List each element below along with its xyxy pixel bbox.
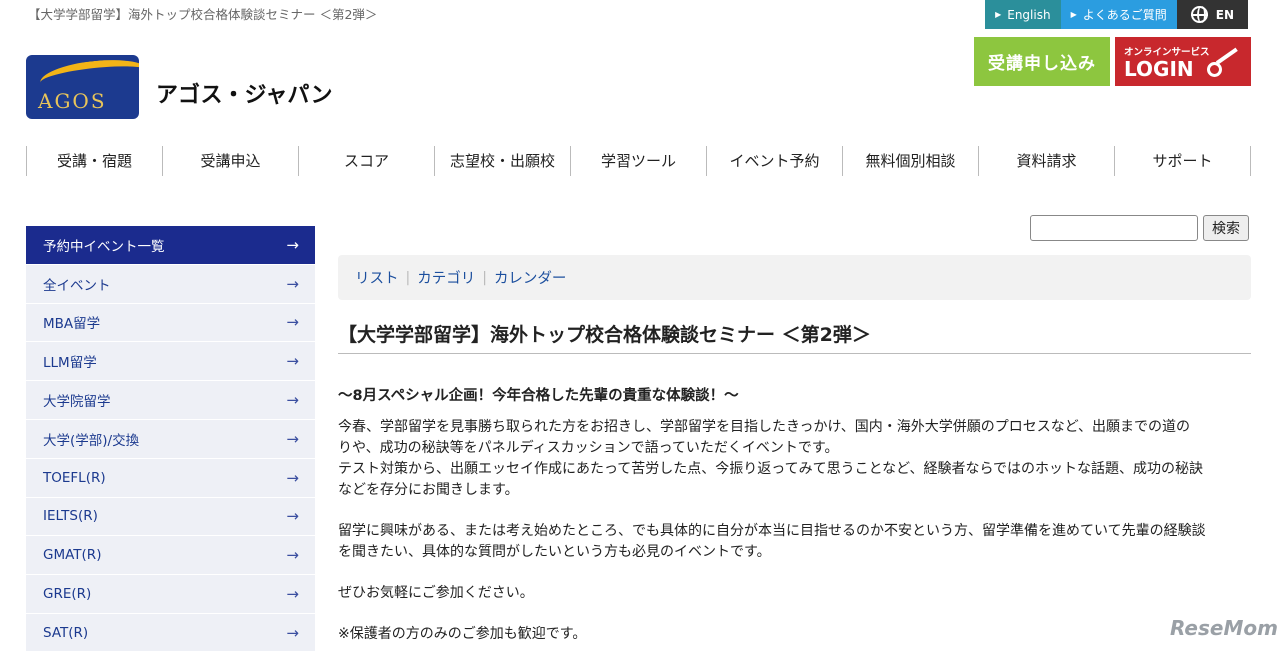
faq-link[interactable]: ▶ よくあるご質問: [1060, 0, 1177, 29]
sidebar-item-gre[interactable]: GRE(R) →: [26, 575, 315, 614]
triangle-right-icon: ▶: [995, 10, 1002, 19]
text-line: 今春、学部留学を見事勝ち取られた方をお招きし、学部留学を目指したきっかけ、国内・…: [338, 419, 1191, 435]
nav-item-apply[interactable]: 受講申込: [162, 146, 298, 176]
logo-text: AGOS: [38, 89, 107, 113]
sidebar-item-mba[interactable]: MBA留学 →: [26, 303, 315, 343]
search-input[interactable]: [1030, 215, 1198, 241]
arrow-right-icon: →: [286, 507, 299, 526]
sidebar: 予約中イベント一覧 → 全イベント → MBA留学 → LLM留学 → 大学院留学 → 大…: [26, 226, 315, 651]
text-line: 留学に興味がある、または考え始めたところ、でも具体的に自分が本当に目指せるのか不…: [338, 523, 1206, 539]
text-line: りや、成功の秘訣等をパネルディスカッションで語っていただくイベントです。: [338, 440, 839, 456]
sidebar-item-reserved-events[interactable]: 予約中イベント一覧 →: [26, 226, 315, 265]
nav-item-schools[interactable]: 志望校・出願校: [434, 146, 570, 176]
event-subheading: 〜8月スペシャル企画！今年合格した先輩の貴重な体験談！〜: [338, 388, 739, 404]
language-en-link[interactable]: EN: [1176, 0, 1248, 29]
tab-divider: |: [405, 269, 411, 286]
sidebar-item-label: 大学(学部)/交換: [43, 432, 140, 449]
search-button[interactable]: 検索: [1203, 215, 1249, 241]
arrow-right-icon: →: [286, 352, 299, 371]
event-description: 〜8月スペシャル企画！今年合格した先輩の貴重な体験談！〜 今春、学部留学を見事勝…: [338, 386, 1254, 651]
sidebar-item-llm[interactable]: LLM留学 →: [26, 342, 315, 382]
english-link[interactable]: ▶ English: [985, 0, 1061, 29]
text-line: を聞きたい、具体的な質問がしたいという方も必見のイベントです。: [338, 544, 771, 560]
global-nav: 受講・宿題 受講申込 スコア 志望校・出願校 学習ツール イベント予約 無料個別…: [26, 146, 1251, 176]
top-utility-bar: ▶ English ▶ よくあるご質問 EN: [985, 0, 1248, 29]
tab-calendar[interactable]: カレンダー: [494, 267, 567, 288]
paragraph-invite: ぜひお気軽にご参加ください。: [338, 585, 534, 601]
nav-item-events[interactable]: イベント予約: [706, 146, 842, 176]
watermark-logo: ReseMom: [1170, 616, 1278, 640]
view-tabs: リスト | カテゴリ | カレンダー: [338, 255, 1251, 300]
text-line: テスト対策から、出願エッセイ作成にあたって苦労した点、今振り返ってみて思うことな…: [338, 461, 1204, 477]
login-button[interactable]: オンラインサービス LOGIN: [1115, 37, 1251, 86]
nav-item-materials[interactable]: 資料請求: [978, 146, 1114, 176]
arrow-right-icon: →: [286, 313, 299, 332]
sidebar-item-label: GRE(R): [43, 586, 92, 603]
sidebar-item-label: TOEFL(R): [43, 469, 106, 486]
nav-item-classes[interactable]: 受講・宿題: [26, 146, 162, 176]
arrow-right-icon: →: [286, 391, 299, 410]
sidebar-item-undergrad[interactable]: 大学(学部)/交換 →: [26, 419, 315, 459]
sidebar-item-label: GMAT(R): [43, 547, 102, 564]
globe-icon: [1190, 6, 1208, 23]
sidebar-item-ielts[interactable]: IELTS(R) →: [26, 497, 315, 537]
arrow-right-icon: →: [286, 274, 299, 293]
company-name: アゴス・ジャパン: [156, 83, 333, 108]
sidebar-item-label: IELTS(R): [43, 508, 98, 525]
en-label: EN: [1215, 7, 1234, 22]
page-title: 【大学学部留学】海外トップ校合格体験談セミナー ＜第2弾＞: [338, 320, 1251, 354]
nav-item-tools[interactable]: 学習ツール: [570, 146, 706, 176]
agos-logo[interactable]: AGOS: [26, 55, 139, 119]
sidebar-item-label: 予約中イベント一覧: [43, 238, 165, 255]
sidebar-item-label: MBA留学: [43, 316, 101, 333]
faq-label: よくあるご質問: [1082, 8, 1167, 22]
nav-item-support[interactable]: サポート: [1114, 146, 1251, 176]
breadcrumb: 【大学学部留学】海外トップ校合格体験談セミナー ＜第2弾＞: [28, 7, 378, 22]
arrow-right-icon: →: [286, 546, 299, 565]
sidebar-item-label: 全イベント: [43, 277, 111, 294]
text-line: などを存分にお聞きします。: [338, 482, 519, 498]
arrow-right-icon: →: [286, 429, 299, 448]
apply-button[interactable]: 受講申し込み: [974, 37, 1110, 86]
arrow-right-icon: →: [286, 623, 299, 642]
search-form: 検索: [1030, 215, 1249, 241]
nav-item-score[interactable]: スコア: [298, 146, 434, 176]
sidebar-item-graduate[interactable]: 大学院留学 →: [26, 381, 315, 420]
arrow-right-icon: →: [286, 585, 299, 604]
sidebar-item-all-events[interactable]: 全イベント →: [26, 264, 315, 304]
key-icon: [1207, 47, 1241, 77]
sidebar-item-label: LLM留学: [43, 355, 97, 372]
arrow-right-icon: →: [286, 235, 299, 254]
arrow-right-icon: →: [286, 468, 299, 487]
nav-item-consultation[interactable]: 無料個別相談: [842, 146, 978, 176]
tab-category[interactable]: カテゴリ: [417, 267, 475, 288]
tab-divider: |: [482, 269, 487, 286]
sidebar-item-label: SAT(R): [43, 624, 89, 641]
sidebar-item-label: 大学院留学: [43, 394, 111, 411]
paragraph-parents: ※保護者の方のみのご参加も歓迎です。: [338, 626, 587, 642]
english-label: English: [1007, 7, 1051, 22]
sidebar-item-toefl[interactable]: TOEFL(R) →: [26, 458, 315, 498]
triangle-right-icon: ▶: [1070, 10, 1077, 19]
paragraph-audience: 留学に興味がある、または考え始めたところ、でも具体的に自分が本当に目指せるのか不…: [338, 521, 1254, 563]
paragraph-intro: 今春、学部留学を見事勝ち取られた方をお招きし、学部留学を目指したきっかけ、国内・…: [338, 417, 1254, 501]
tab-list[interactable]: リスト: [355, 267, 399, 288]
sidebar-item-sat[interactable]: SAT(R) →: [26, 613, 315, 651]
sidebar-item-gmat[interactable]: GMAT(R) →: [26, 536, 315, 576]
